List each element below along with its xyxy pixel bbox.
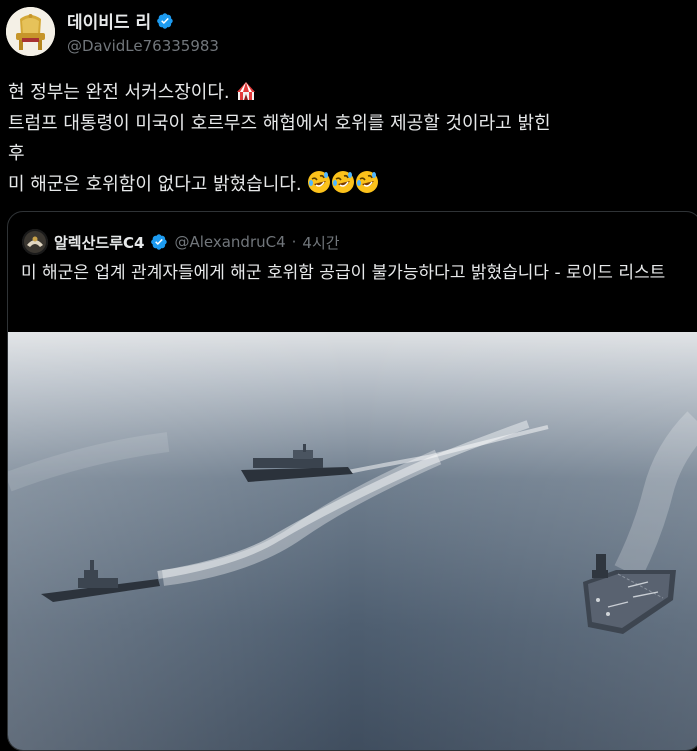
profile-emblem-icon bbox=[22, 229, 48, 255]
quoted-handle[interactable]: @AlexandruC4 bbox=[174, 233, 285, 251]
tweet-line: 미 해군은 호위함이 없다고 밝혔습니다. bbox=[8, 170, 692, 201]
author-display-name[interactable]: 데이비드 리 bbox=[67, 8, 151, 33]
tweet-line-text: 후 bbox=[8, 143, 25, 164]
rolling-laughing-icon bbox=[356, 170, 379, 193]
tweet-line: 현 정부는 완전 서커스장이다. bbox=[8, 78, 692, 109]
author-avatar[interactable] bbox=[6, 7, 55, 56]
rolling-laughing-icon bbox=[308, 170, 331, 193]
tweet-body: 현 정부는 완전 서커스장이다. 트럼프 대통령이 미국이 호르무즈 해협에서 … bbox=[8, 78, 692, 200]
verified-badge-icon[interactable] bbox=[156, 12, 174, 30]
author-handle[interactable]: @DavidLe76335983 bbox=[67, 37, 219, 55]
verified-badge-icon[interactable] bbox=[150, 233, 168, 251]
tweet-line-text: 미 해군은 호위함이 없다고 밝혔습니다. bbox=[8, 173, 308, 195]
rolling-laughing-icon bbox=[332, 170, 355, 193]
quoted-display-name[interactable]: 알렉산드루C4 bbox=[54, 232, 144, 253]
tweet-line: 후 bbox=[8, 139, 692, 170]
naval-ships-photo[interactable] bbox=[8, 332, 697, 751]
tweet-line-text: 현 정부는 완전 서커스장이다. bbox=[8, 82, 236, 103]
quoted-timestamp[interactable]: 4시간 bbox=[302, 232, 339, 253]
circus-tent-icon bbox=[237, 82, 256, 100]
throne-icon bbox=[6, 7, 55, 56]
quoted-tweet-text: 미 해군은 업계 관계자들에게 해군 호위함 공급이 불가능하다고 밝혔습니다 … bbox=[21, 263, 666, 283]
quoted-tweet-header: 알렉산드루C4 @AlexandruC4 · 4시간 bbox=[22, 229, 340, 255]
separator-dot: · bbox=[291, 233, 297, 251]
tweet-line-text: 트럼프 대통령이 미국이 호르무즈 해협에서 호위를 제공할 것이라고 밝힌 bbox=[8, 112, 551, 134]
quoted-author-avatar[interactable] bbox=[22, 229, 48, 255]
quoted-tweet-card[interactable]: 알렉산드루C4 @AlexandruC4 · 4시간 미 해군은 업계 관계자들… bbox=[7, 211, 697, 751]
tweet-line: 트럼프 대통령이 미국이 호르무즈 해협에서 호위를 제공할 것이라고 밝힌 bbox=[8, 109, 692, 140]
author-header: 데이비드 리 bbox=[67, 8, 174, 33]
